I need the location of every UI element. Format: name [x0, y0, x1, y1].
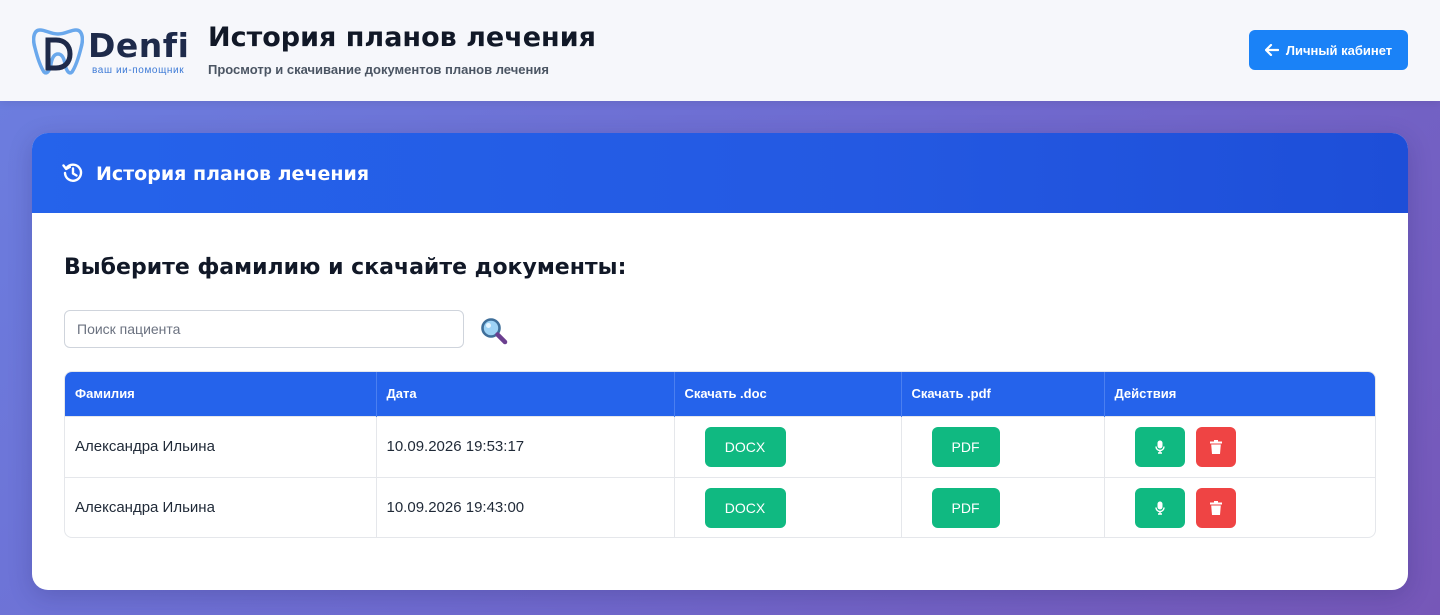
history-icon: [62, 163, 83, 182]
top-header: Denfi ваш ии-помощник История планов леч…: [0, 0, 1440, 101]
microphone-icon: [1154, 501, 1165, 515]
pdf-cell: PDF: [901, 476, 1105, 537]
column-header-download-pdf: Скачать .pdf: [901, 372, 1105, 416]
tooth-logo-icon: [32, 28, 84, 75]
date-cell: 10.09.2026 19:43:00: [376, 476, 675, 537]
actions-cell: [1104, 415, 1375, 477]
trash-icon: [1209, 500, 1222, 515]
patient-name-cell: Александра Ильина: [65, 476, 377, 537]
column-header-date: Дата: [376, 372, 675, 416]
pdf-cell: PDF: [901, 415, 1105, 477]
logo-tagline: ваш ии-помощник: [92, 65, 185, 76]
card-header: История планов лечения: [32, 133, 1408, 213]
column-header-download-doc: Скачать .doc: [674, 372, 902, 416]
magnifier-icon: [481, 318, 508, 345]
card-title: История планов лечения: [96, 163, 370, 185]
download-docx-button[interactable]: DOCX: [704, 487, 786, 528]
delete-button[interactable]: [1195, 426, 1236, 467]
denfi-logo[interactable]: Denfi ваш ии-помощник: [32, 24, 192, 78]
download-docx-button[interactable]: DOCX: [704, 426, 786, 467]
patient-search-input[interactable]: [64, 310, 464, 348]
download-pdf-button[interactable]: PDF: [931, 487, 1000, 528]
doc-cell: DOCX: [674, 415, 902, 477]
doc-cell: DOCX: [674, 476, 902, 537]
logo-wordmark: Denfi: [88, 26, 190, 65]
personal-cabinet-button[interactable]: Личный кабинет: [1249, 30, 1408, 70]
actions-cell: [1104, 476, 1375, 537]
page-subtitle: Просмотр и скачивание документов планов …: [208, 62, 549, 77]
table-row: Александра Ильина 10.09.2026 19:43:00 DO…: [65, 476, 1375, 537]
record-audio-button[interactable]: [1134, 426, 1185, 467]
search-button[interactable]: [479, 316, 509, 346]
download-pdf-button[interactable]: PDF: [931, 426, 1000, 467]
history-table: Фамилия Дата Скачать .doc Скачать .pdf Д…: [64, 371, 1376, 538]
arrow-left-icon: [1264, 44, 1279, 56]
table-row: Александра Ильина 10.09.2026 19:53:17 DO…: [65, 415, 1375, 477]
history-card: История планов лечения Выберите фамилию …: [32, 133, 1408, 590]
patient-name-cell: Александра Ильина: [65, 415, 377, 477]
delete-button[interactable]: [1195, 487, 1236, 528]
table-header-row: Фамилия Дата Скачать .doc Скачать .pdf Д…: [65, 372, 1375, 416]
page-title: История планов лечения: [208, 22, 596, 53]
personal-cabinet-label: Личный кабинет: [1285, 42, 1393, 58]
date-cell: 10.09.2026 19:53:17: [376, 415, 675, 477]
column-header-actions: Действия: [1104, 372, 1375, 416]
trash-icon: [1209, 439, 1222, 454]
microphone-icon: [1154, 440, 1165, 454]
record-audio-button[interactable]: [1134, 487, 1185, 528]
section-title: Выберите фамилию и скачайте документы:: [64, 255, 627, 280]
column-header-surname: Фамилия: [65, 372, 377, 416]
